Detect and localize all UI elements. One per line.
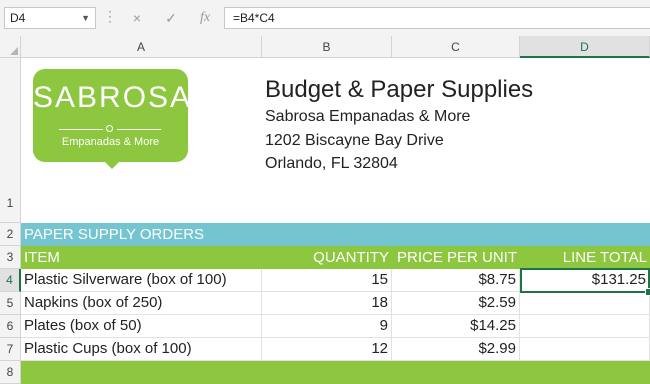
cell-line-total[interactable] bbox=[520, 292, 650, 315]
page-title: Budget & Paper Supplies bbox=[265, 76, 534, 103]
company-city: Orlando, FL 32804 bbox=[265, 155, 398, 172]
more-options-icon[interactable]: ⋮ bbox=[103, 8, 117, 25]
formula-buttons: × ✓ fx bbox=[122, 7, 222, 29]
cell-line-total[interactable] bbox=[520, 338, 650, 361]
cell-price[interactable]: $8.75 bbox=[392, 269, 520, 292]
cell-quantity[interactable]: 18 bbox=[262, 292, 392, 315]
table-row: Plates (box of 50) 9 $14.25 bbox=[21, 315, 650, 338]
chevron-down-icon[interactable]: ▼ bbox=[81, 8, 90, 28]
table-row: Plastic Cups (box of 100) 12 $2.99 bbox=[21, 338, 650, 361]
logo-title: SABROSA bbox=[33, 81, 193, 114]
row-header-6[interactable]: 6 bbox=[0, 315, 21, 338]
row-1: SABROSA Empanadas & More Budget & Paper … bbox=[21, 58, 650, 223]
row-header-4[interactable]: 4 bbox=[0, 269, 21, 292]
cancel-icon[interactable]: × bbox=[126, 7, 148, 29]
logo-subtitle: Empanadas & More bbox=[61, 136, 160, 148]
cell-quantity[interactable]: 12 bbox=[262, 338, 392, 361]
column-header-b[interactable]: B bbox=[262, 36, 392, 58]
cell-quantity[interactable]: 9 bbox=[262, 315, 392, 338]
cell-price[interactable]: $14.25 bbox=[392, 315, 520, 338]
cell-item[interactable]: Plastic Silverware (box of 100) bbox=[21, 269, 262, 292]
logo-divider-left bbox=[59, 129, 103, 130]
sabrosa-logo: SABROSA Empanadas & More bbox=[33, 69, 193, 174]
formula-bar: D4 ▼ ⋮ × ✓ fx =B4*C4 bbox=[0, 0, 650, 37]
insert-function-icon[interactable]: fx bbox=[194, 7, 216, 29]
cell-line-total[interactable] bbox=[520, 315, 650, 338]
cell-quantity[interactable]: 15 bbox=[262, 269, 392, 292]
header-line-total: LINE TOTAL bbox=[562, 249, 647, 266]
header-item: ITEM bbox=[24, 249, 60, 266]
logo-divider-dot bbox=[106, 125, 113, 132]
logo-divider-right bbox=[117, 129, 161, 130]
cell-item[interactable]: Napkins (box of 250) bbox=[21, 292, 262, 315]
footer-band-row[interactable] bbox=[21, 361, 650, 384]
header-quantity: QUANTITY bbox=[313, 249, 389, 266]
name-box-value: D4 bbox=[10, 11, 26, 25]
cell-item[interactable]: Plates (box of 50) bbox=[21, 315, 262, 338]
row-header-7[interactable]: 7 bbox=[0, 338, 21, 361]
company-address: 1202 Biscayne Bay Drive bbox=[265, 132, 444, 149]
table-row: Napkins (box of 250) 18 $2.59 bbox=[21, 292, 650, 315]
company-name: Sabrosa Empanadas & More bbox=[265, 108, 471, 125]
row-header-3[interactable]: 3 bbox=[0, 246, 21, 269]
enter-icon[interactable]: ✓ bbox=[160, 7, 182, 29]
column-header-a[interactable]: A bbox=[21, 36, 262, 58]
table-header-row[interactable]: ITEM QUANTITY PRICE PER UNIT LINE TOTAL bbox=[21, 246, 650, 269]
name-box[interactable]: D4 ▼ bbox=[4, 7, 96, 29]
header-price: PRICE PER UNIT bbox=[396, 249, 517, 266]
logo-tail bbox=[100, 157, 124, 169]
row-header-2[interactable]: 2 bbox=[0, 223, 21, 246]
formula-input[interactable]: =B4*C4 bbox=[224, 7, 650, 29]
fill-handle[interactable] bbox=[645, 288, 650, 296]
row-header-1[interactable]: 1 bbox=[0, 58, 21, 223]
select-all-button[interactable] bbox=[0, 36, 21, 58]
row-header-5[interactable]: 5 bbox=[0, 292, 21, 315]
cell-price[interactable]: $2.99 bbox=[392, 338, 520, 361]
section-title-row[interactable]: PAPER SUPPLY ORDERS bbox=[21, 223, 650, 246]
column-header-d[interactable]: D bbox=[520, 36, 650, 58]
spreadsheet-grid: A B C D 1 2 3 4 5 6 7 8 SABROSA Empanada… bbox=[0, 36, 650, 384]
section-title: PAPER SUPPLY ORDERS bbox=[24, 226, 205, 243]
active-cell-selection bbox=[520, 268, 650, 293]
column-header-c[interactable]: C bbox=[392, 36, 520, 58]
cell-item[interactable]: Plastic Cups (box of 100) bbox=[21, 338, 262, 361]
row-header-8[interactable]: 8 bbox=[0, 361, 21, 384]
cell-price[interactable]: $2.59 bbox=[392, 292, 520, 315]
